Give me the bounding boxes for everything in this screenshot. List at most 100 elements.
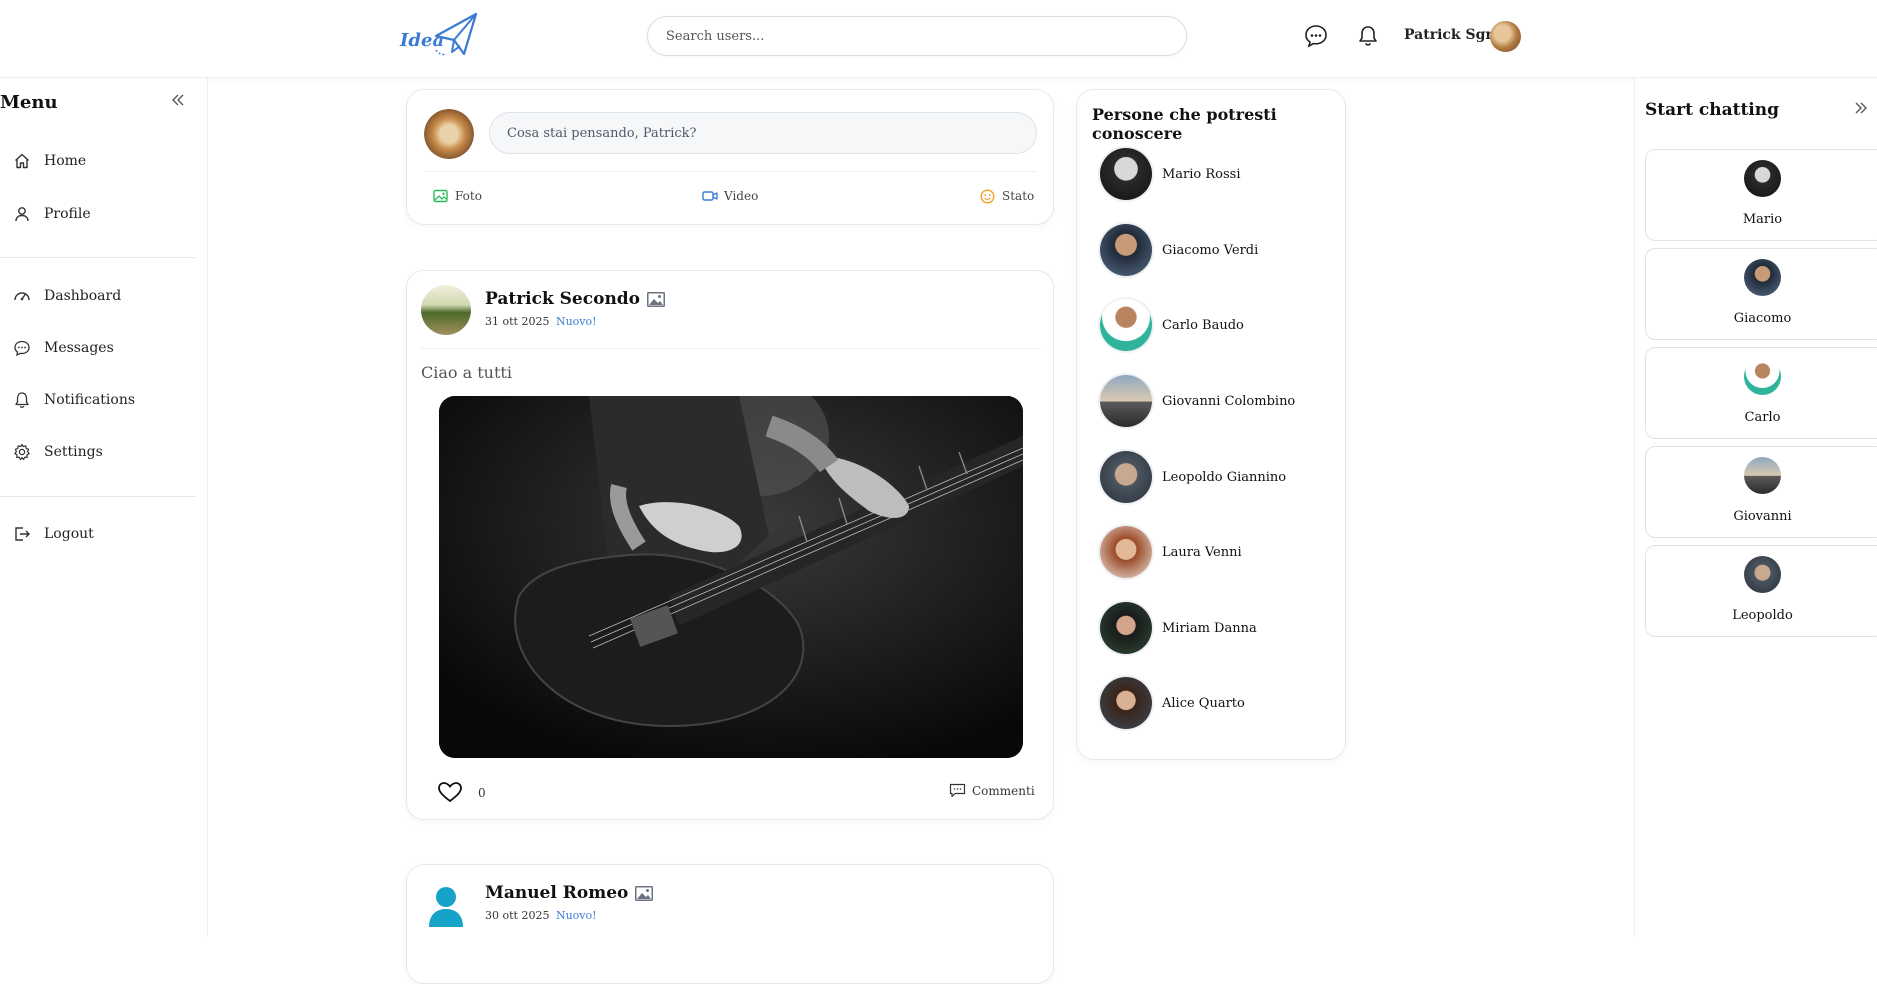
suggestion-item[interactable]: Miriam Danna xyxy=(1100,602,1257,654)
suggestion-item[interactable]: Leopoldo Giannino xyxy=(1100,451,1286,503)
post-author[interactable]: Patrick Secondo xyxy=(485,289,666,309)
menu-divider xyxy=(0,496,196,497)
post-meta: 31 ott 2025 Nuovo! xyxy=(485,315,597,328)
chat-icon[interactable] xyxy=(1302,22,1330,50)
default-avatar-icon[interactable] xyxy=(421,879,471,929)
avatar xyxy=(1744,556,1781,593)
suggestion-name: Alice Quarto xyxy=(1162,695,1245,711)
chat-contact[interactable]: Giovanni xyxy=(1645,446,1877,538)
suggestion-name: Mario Rossi xyxy=(1162,166,1241,182)
suggestions-card: Persone che potresti conoscere Mario Ros… xyxy=(1076,89,1346,760)
post-divider xyxy=(421,348,1041,349)
photo-icon xyxy=(433,188,449,204)
suggestion-name: Leopoldo Giannino xyxy=(1162,469,1287,485)
user-name[interactable]: Patrick Sgro xyxy=(1404,27,1502,43)
comments-button[interactable]: Commenti xyxy=(949,783,1035,798)
post-author-name: Manuel Romeo xyxy=(485,883,629,903)
sidebar-item-label: Settings xyxy=(44,444,103,460)
image-icon xyxy=(634,885,654,902)
photo-button[interactable]: Foto xyxy=(433,188,482,204)
suggestion-name: Carlo Baudo xyxy=(1162,317,1244,333)
post-card: Manuel Romeo 30 ott 2025 Nuovo! xyxy=(406,864,1054,984)
sidebar-item-label: Logout xyxy=(44,526,94,542)
status-button[interactable]: Stato xyxy=(980,188,1034,204)
sidebar-item-label: Messages xyxy=(44,340,114,356)
sidebar-item-profile[interactable]: Profile xyxy=(12,202,91,226)
chat-contact[interactable]: Mario xyxy=(1645,149,1877,241)
post-composer: Foto Video Stato xyxy=(406,89,1054,225)
composer-divider xyxy=(424,171,1037,172)
suggestion-item[interactable]: Alice Quarto xyxy=(1100,677,1245,729)
sidebar-item-logout[interactable]: Logout xyxy=(12,522,94,546)
avatar[interactable] xyxy=(424,109,474,159)
post-date: 30 ott 2025 xyxy=(485,909,550,922)
video-label: Video xyxy=(724,189,759,203)
video-button[interactable]: Video xyxy=(702,188,758,204)
sidebar-menu: Menu Home Profile Dashboard Messages Not… xyxy=(0,78,208,937)
suggestion-item[interactable]: Carlo Baudo xyxy=(1100,299,1244,351)
chat-contact[interactable]: Carlo xyxy=(1645,347,1877,439)
new-badge: Nuovo! xyxy=(555,315,597,328)
heart-icon xyxy=(437,781,463,803)
avatar[interactable] xyxy=(1490,21,1521,52)
like-button[interactable] xyxy=(437,781,463,803)
collapse-menu-icon[interactable] xyxy=(170,92,186,108)
guitar-photo xyxy=(439,396,1023,758)
chat-title: Start chatting xyxy=(1645,100,1780,120)
sidebar-item-label: Profile xyxy=(44,206,91,222)
suggestion-item[interactable]: Giacomo Verdi xyxy=(1100,224,1258,276)
sidebar-item-label: Dashboard xyxy=(44,288,122,304)
sidebar-item-notifications[interactable]: Notifications xyxy=(12,388,135,412)
avatar xyxy=(1100,375,1152,427)
chat-contact-name: Mario xyxy=(1742,212,1783,227)
post-author[interactable]: Manuel Romeo xyxy=(485,883,654,903)
post-meta: 30 ott 2025 Nuovo! xyxy=(485,909,597,922)
post-text: Ciao a tutti xyxy=(421,363,512,382)
composer-input[interactable] xyxy=(489,112,1037,154)
menu-divider xyxy=(0,257,196,258)
suggestion-name: Miriam Danna xyxy=(1162,620,1257,636)
message-icon xyxy=(12,338,32,358)
search-input[interactable] xyxy=(647,16,1187,56)
chat-contact[interactable]: Giacomo xyxy=(1645,248,1877,340)
like-count: 0 xyxy=(478,786,486,800)
post-image[interactable] xyxy=(439,396,1023,758)
sidebar-item-label: Notifications xyxy=(44,392,136,408)
paper-plane-icon xyxy=(434,12,478,56)
bell-icon[interactable] xyxy=(1354,22,1382,50)
avatar xyxy=(1100,224,1152,276)
chat-contact-name: Giacomo xyxy=(1733,311,1792,326)
smile-icon xyxy=(980,188,996,204)
sidebar-item-messages[interactable]: Messages xyxy=(12,336,114,360)
video-icon xyxy=(702,188,718,204)
collapse-chat-icon[interactable] xyxy=(1853,100,1869,116)
sidebar-item-home[interactable]: Home xyxy=(12,149,86,173)
suggestion-item[interactable]: Mario Rossi xyxy=(1100,148,1241,200)
menu-title: Menu xyxy=(0,92,58,113)
image-icon xyxy=(646,291,666,308)
suggestions-title: Persone che potresti conoscere xyxy=(1092,105,1277,143)
home-icon xyxy=(12,151,32,171)
post-card: Patrick Secondo 31 ott 2025 Nuovo! Ciao … xyxy=(406,270,1054,820)
avatar xyxy=(1100,602,1152,654)
avatar xyxy=(1100,451,1152,503)
chat-contact[interactable]: Leopoldo xyxy=(1645,545,1877,637)
sidebar-item-dashboard[interactable]: Dashboard xyxy=(12,284,121,308)
avatar xyxy=(1100,148,1152,200)
avatar xyxy=(1744,259,1781,296)
suggestion-name: Laura Venni xyxy=(1162,544,1242,560)
sidebar-item-label: Home xyxy=(44,153,87,169)
avatar xyxy=(1100,299,1152,351)
suggestion-item[interactable]: Laura Venni xyxy=(1100,526,1242,578)
comment-icon xyxy=(949,783,966,798)
sidebar-item-settings[interactable]: Settings xyxy=(12,440,103,464)
suggestion-name: Giovanni Colombino xyxy=(1162,393,1296,409)
top-bar: Idea Patrick Sgro xyxy=(0,0,1877,78)
post-author-name: Patrick Secondo xyxy=(485,289,641,309)
comments-label: Commenti xyxy=(972,783,1035,798)
new-badge: Nuovo! xyxy=(555,909,597,922)
avatar[interactable] xyxy=(421,285,471,335)
logo[interactable]: Idea xyxy=(398,10,488,62)
suggestion-item[interactable]: Giovanni Colombino xyxy=(1100,375,1295,427)
chat-contact-name: Leopoldo xyxy=(1732,608,1793,623)
